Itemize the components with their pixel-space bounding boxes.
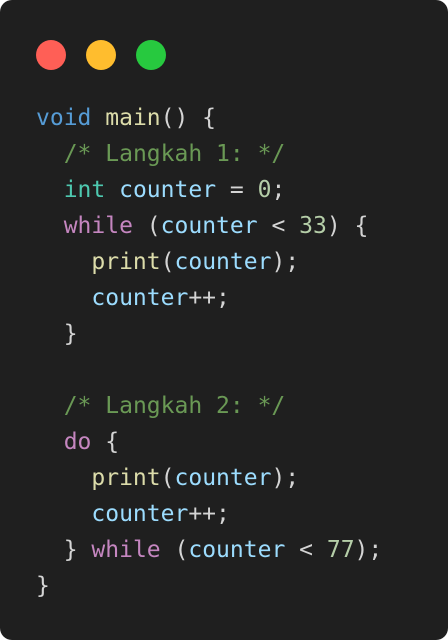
code-token: ); (271, 249, 300, 275)
code-line: do { (36, 424, 382, 460)
code-token: counter (174, 465, 272, 491)
code-token: ++; (188, 501, 230, 527)
code-token: /* Langkah 2: */ (63, 393, 286, 419)
code-token: counter (174, 249, 272, 275)
maximize-dot-icon[interactable] (136, 40, 166, 70)
code-window: void main() { /* Langkah 1: */ int count… (0, 0, 448, 640)
code-token: ); (354, 537, 383, 563)
code-token: < (257, 213, 300, 239)
code-line: counter++; (36, 280, 382, 316)
code-token: ( (160, 465, 175, 491)
code-token: counter (188, 537, 286, 563)
code-token: int (63, 177, 106, 203)
code-token: print (91, 249, 161, 275)
code-token: do (63, 429, 92, 455)
code-token: counter (91, 501, 189, 527)
code-line: } (36, 316, 382, 352)
code-token: } (36, 573, 50, 599)
window-controls (36, 40, 166, 70)
code-token: ( (132, 213, 161, 239)
code-token: } (63, 321, 78, 347)
minimize-dot-icon[interactable] (86, 40, 116, 70)
code-token: /* Langkah 1: */ (63, 141, 286, 167)
code-line: while (counter < 33) { (36, 208, 382, 244)
code-line: } (36, 568, 382, 604)
code-token: () { (160, 105, 217, 131)
code-token: print (91, 465, 161, 491)
code-line: print(counter); (36, 244, 382, 280)
code-token: < (285, 537, 327, 563)
code-token: { (91, 429, 120, 455)
code-token: = (216, 177, 258, 203)
code-token: ) { (326, 213, 369, 239)
code-line: print(counter); (36, 460, 382, 496)
code-token: void (36, 105, 92, 131)
code-line: void main() { (36, 100, 382, 136)
code-token: ++; (188, 285, 230, 311)
code-token: counter (160, 213, 258, 239)
code-token: main (105, 105, 161, 131)
code-block: void main() { /* Langkah 1: */ int count… (36, 100, 382, 604)
code-token: ); (271, 465, 300, 491)
code-line: /* Langkah 2: */ (36, 388, 382, 424)
code-token: 33 (299, 213, 327, 239)
code-token: } (63, 537, 92, 563)
code-line: /* Langkah 1: */ (36, 136, 382, 172)
code-token: while (63, 213, 133, 239)
code-line: int counter = 0; (36, 172, 382, 208)
code-token: ( (160, 537, 189, 563)
code-token: counter (91, 285, 189, 311)
code-token: ; (271, 177, 286, 203)
code-token: counter (119, 177, 217, 203)
close-dot-icon[interactable] (36, 40, 66, 70)
code-token: 0 (257, 177, 272, 203)
code-line: } while (counter < 77); (36, 532, 383, 568)
code-token: 77 (326, 537, 355, 563)
code-token: ( (160, 249, 175, 275)
code-token: while (91, 537, 161, 563)
code-line: counter++; (36, 496, 382, 532)
